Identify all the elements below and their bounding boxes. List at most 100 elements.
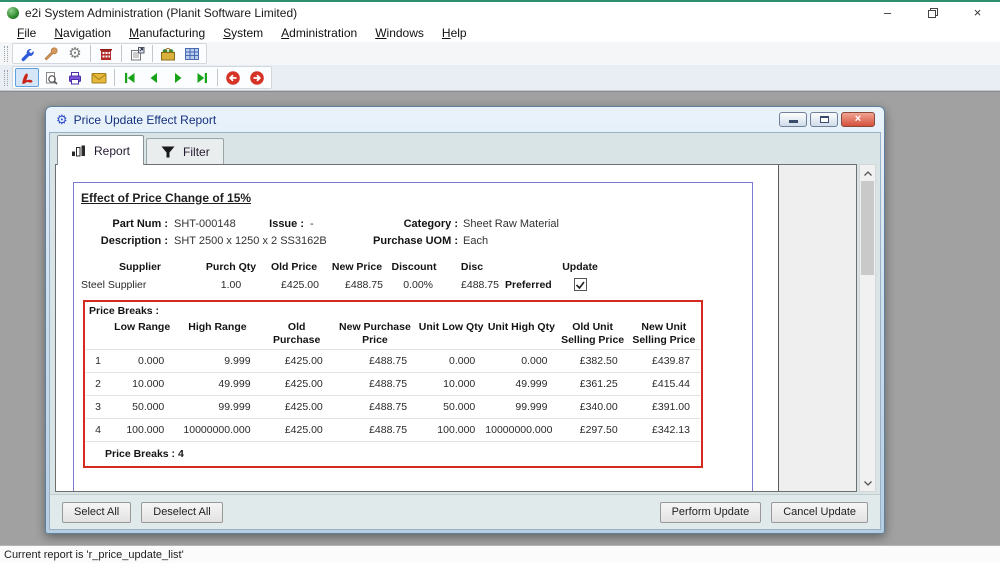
menu-manufacturing[interactable]: Manufacturing bbox=[120, 25, 214, 41]
pdf-button[interactable] bbox=[15, 68, 39, 87]
update-checkbox[interactable] bbox=[574, 278, 587, 291]
table-row: 4 100.000 10000000.000 £425.00 £488.75 1… bbox=[86, 419, 700, 442]
restore-icon[interactable] bbox=[910, 2, 955, 23]
table-row: 1 0.000 9.999 £425.00 £488.75 0.000 0.00… bbox=[86, 350, 700, 373]
menu-windows[interactable]: Windows bbox=[366, 25, 433, 41]
spanner-button[interactable] bbox=[39, 44, 63, 63]
forward-button[interactable] bbox=[245, 68, 269, 87]
close-icon: × bbox=[855, 114, 861, 125]
nav-last-button[interactable] bbox=[190, 68, 214, 87]
print-preview-button[interactable] bbox=[39, 68, 63, 87]
status-bar: Current report is 'r_price_update_list' bbox=[0, 545, 1000, 563]
report-window-title: Price Update Effect Report bbox=[74, 113, 217, 127]
app-title: e2i System Administration (Planit Softwa… bbox=[25, 6, 297, 20]
report-window: ⚙ Price Update Effect Report × Report bbox=[45, 106, 885, 534]
properties-icon bbox=[129, 46, 145, 62]
maximize-icon bbox=[820, 116, 829, 123]
price-breaks-label: Price Breaks : bbox=[85, 302, 701, 319]
nav-next-button[interactable] bbox=[166, 68, 190, 87]
factory-icon bbox=[98, 46, 114, 62]
back-button[interactable] bbox=[221, 68, 245, 87]
price-breaks-header-row: Low Range High Range Old Purchase New Pu… bbox=[86, 319, 700, 350]
scrollbar-track[interactable] bbox=[860, 181, 875, 475]
wrench-button[interactable] bbox=[15, 44, 39, 63]
menu-navigation[interactable]: Navigation bbox=[45, 25, 120, 41]
scrollbar-thumb[interactable] bbox=[861, 181, 874, 275]
toolbar-grip[interactable] bbox=[4, 46, 8, 62]
wrench-icon bbox=[19, 46, 35, 62]
old-price: £425.00 bbox=[263, 275, 325, 293]
preferred-label: Preferred bbox=[505, 275, 557, 293]
scroll-down-icon[interactable] bbox=[860, 475, 875, 491]
nav-previous-icon bbox=[146, 70, 162, 86]
table-row: 3 50.000 99.999 £425.00 £488.75 50.000 9… bbox=[86, 396, 700, 419]
perform-update-button[interactable]: Perform Update bbox=[660, 502, 762, 523]
report-page: Effect of Price Change of 15% Part Num :… bbox=[73, 182, 753, 492]
disc: £488.75 bbox=[439, 275, 505, 293]
purchase-uom-label: Purchase UOM : bbox=[331, 235, 458, 247]
window-minimize-button[interactable] bbox=[779, 112, 807, 127]
window-close-button[interactable]: × bbox=[841, 112, 875, 127]
window-maximize-button[interactable] bbox=[810, 112, 838, 127]
bar-chart-icon bbox=[71, 143, 87, 158]
funnel-icon bbox=[160, 144, 176, 159]
table-grid-button[interactable] bbox=[180, 44, 204, 63]
price-breaks-table: Low Range High Range Old Purchase New Pu… bbox=[86, 319, 700, 442]
menu-help[interactable]: Help bbox=[433, 25, 476, 41]
select-all-button[interactable]: Select All bbox=[62, 502, 131, 523]
tab-filter[interactable]: Filter bbox=[146, 138, 224, 164]
tab-report[interactable]: Report bbox=[57, 135, 144, 165]
toolbar-report bbox=[0, 65, 1000, 91]
main-titlebar: e2i System Administration (Planit Softwa… bbox=[0, 2, 1000, 23]
menu-file[interactable]: File bbox=[8, 25, 45, 41]
issue-value: - bbox=[310, 218, 314, 230]
nav-next-icon bbox=[170, 70, 186, 86]
close-icon[interactable]: × bbox=[955, 2, 1000, 23]
cancel-update-button[interactable]: Cancel Update bbox=[771, 502, 868, 523]
minimize-icon bbox=[789, 120, 798, 123]
report-window-titlebar[interactable]: ⚙ Price Update Effect Report × bbox=[49, 107, 881, 132]
supplier-name: Steel Supplier bbox=[81, 275, 199, 293]
purchase-uom-value: Each bbox=[463, 235, 488, 247]
supplier-table: Supplier Purch Qty Old Price New Price D… bbox=[81, 259, 603, 293]
properties-button[interactable] bbox=[125, 44, 149, 63]
category-value: Sheet Raw Material bbox=[463, 218, 559, 230]
price-breaks-count: Price Breaks : 4 bbox=[85, 442, 701, 466]
menu-system[interactable]: System bbox=[214, 25, 272, 41]
spanner-icon bbox=[43, 46, 59, 62]
print-button[interactable] bbox=[63, 68, 87, 87]
menu-administration[interactable]: Administration bbox=[272, 25, 366, 41]
gears-button[interactable]: ⚙ bbox=[63, 44, 87, 63]
price-breaks-section: Price Breaks : Low Range High Range Old … bbox=[83, 300, 703, 468]
nav-first-button[interactable] bbox=[118, 68, 142, 87]
description-label: Description : bbox=[81, 235, 168, 247]
toolbox-button[interactable] bbox=[156, 44, 180, 63]
tab-strip: Report Filter bbox=[50, 133, 880, 164]
back-icon bbox=[225, 70, 241, 86]
mail-icon bbox=[91, 70, 107, 86]
main-window-controls: – × bbox=[865, 2, 1000, 23]
factory-button[interactable] bbox=[94, 44, 118, 63]
nav-previous-button[interactable] bbox=[142, 68, 166, 87]
nav-last-icon bbox=[194, 70, 210, 86]
gear-icon: ⚙ bbox=[56, 113, 68, 126]
category-label: Category : bbox=[331, 218, 458, 230]
new-price: £488.75 bbox=[325, 275, 389, 293]
report-viewport: Effect of Price Change of 15% Part Num :… bbox=[55, 164, 857, 492]
toolbox-icon bbox=[160, 46, 176, 62]
email-button[interactable] bbox=[87, 68, 111, 87]
description-value: SHT 2500 x 1250 x 2 SS3162B bbox=[174, 235, 327, 247]
nav-first-icon bbox=[122, 70, 138, 86]
print-preview-icon bbox=[43, 70, 59, 86]
tab-report-label: Report bbox=[94, 144, 130, 158]
report-heading: Effect of Price Change of 15% bbox=[81, 191, 752, 205]
deselect-all-button[interactable]: Deselect All bbox=[141, 502, 222, 523]
report-fields: Part Num : SHT-000148 Issue : - Category… bbox=[81, 218, 752, 252]
footer-bar: Select All Deselect All Perform Update C… bbox=[50, 494, 880, 529]
toolbar-grip[interactable] bbox=[4, 70, 8, 86]
minimize-icon[interactable]: – bbox=[865, 2, 910, 23]
status-text: Current report is 'r_price_update_list' bbox=[4, 549, 184, 561]
vertical-scrollbar[interactable] bbox=[859, 164, 876, 492]
scroll-up-icon[interactable] bbox=[860, 165, 875, 181]
check-icon bbox=[575, 280, 586, 290]
